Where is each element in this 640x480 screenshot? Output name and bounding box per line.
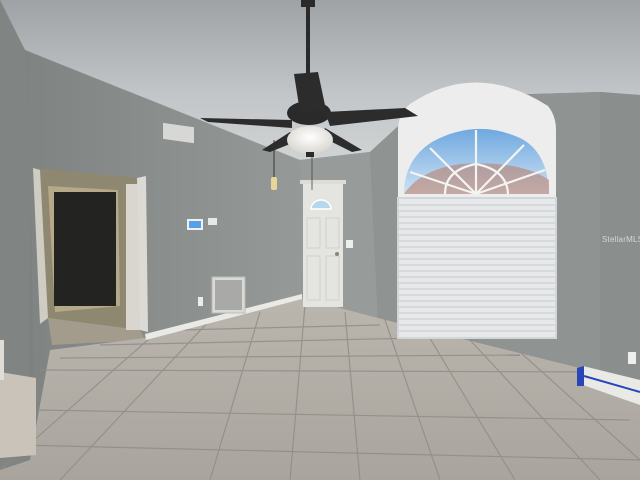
fan-light-bowl (287, 126, 333, 154)
hanging-light (271, 177, 277, 190)
foreground-doorframe (0, 372, 36, 458)
control-panel (208, 218, 217, 225)
wall-outlet-left (198, 297, 203, 306)
mls-watermark: StellarMLS (602, 235, 640, 244)
door-knob (335, 252, 339, 256)
blue-tape (577, 366, 584, 386)
light-switch (346, 240, 353, 248)
wall-outlet (628, 352, 636, 364)
living-room-photo (0, 0, 640, 480)
window-blinds (398, 198, 556, 338)
dark-doorway (54, 192, 116, 306)
